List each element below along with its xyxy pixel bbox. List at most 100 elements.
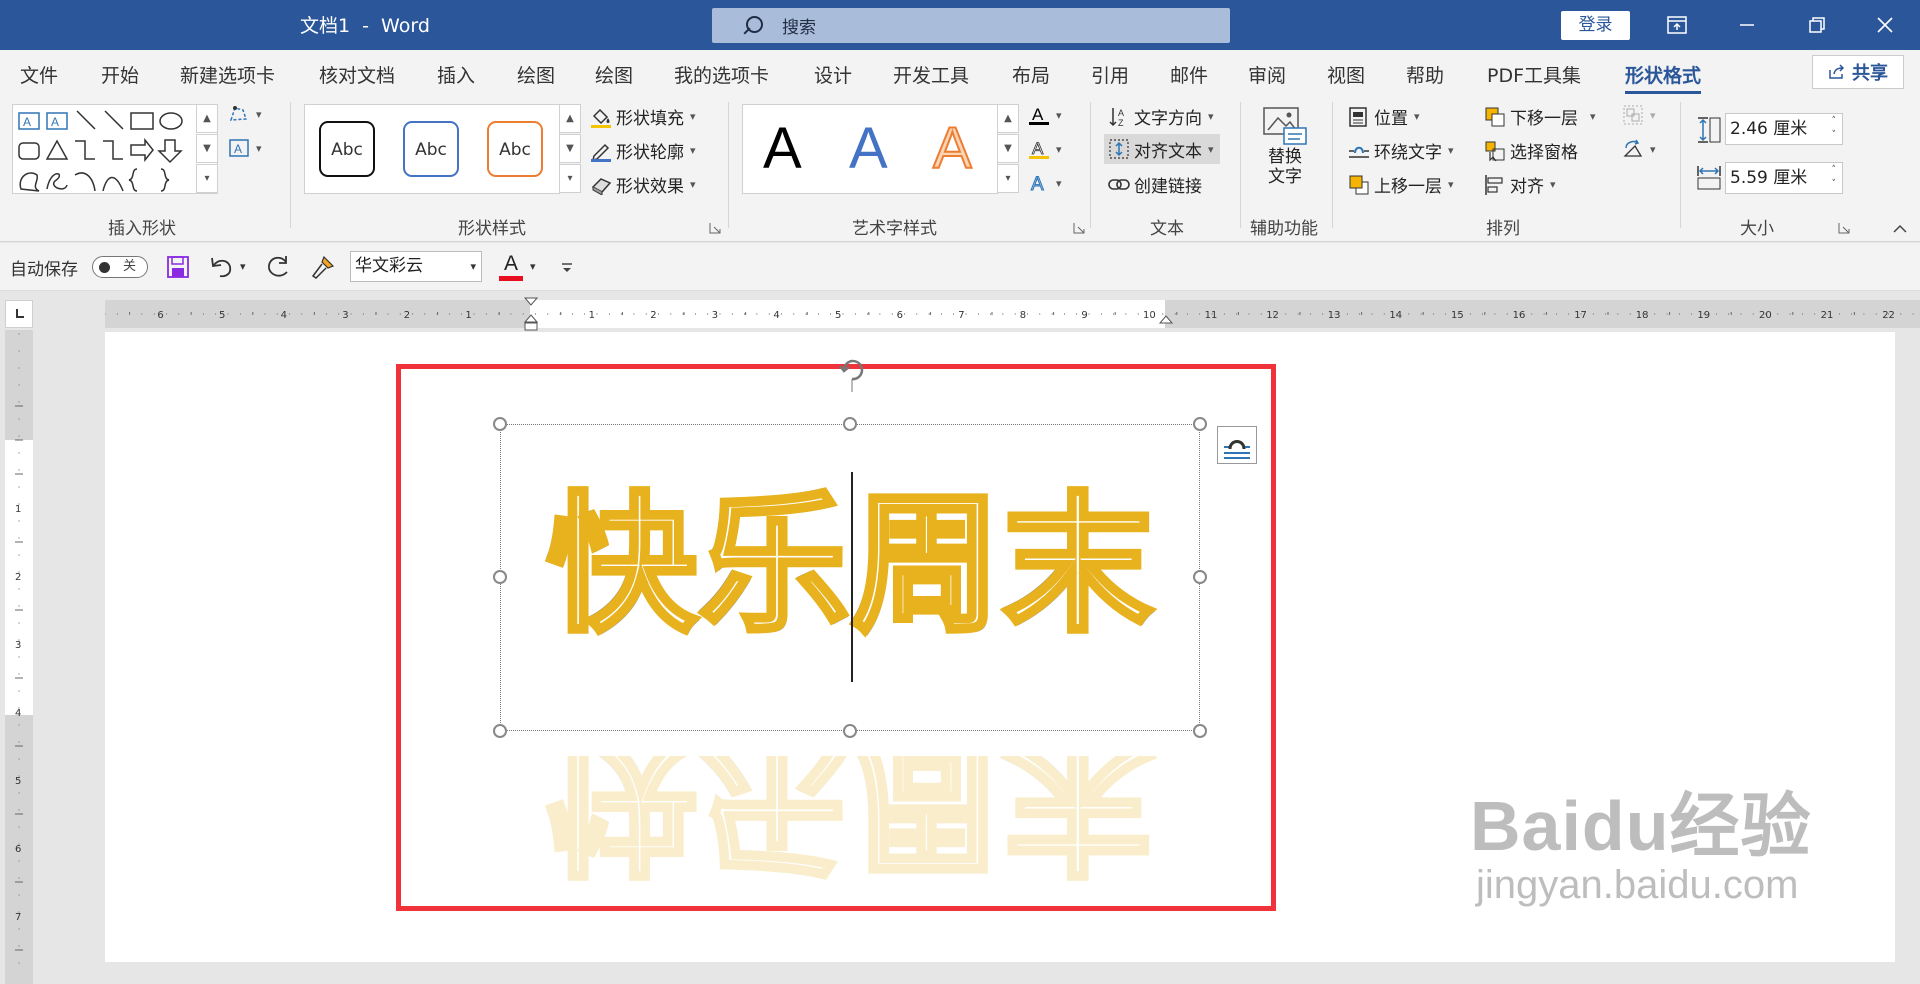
alt-text-button[interactable]: 替换 文字	[1262, 106, 1308, 186]
position-button[interactable]: 位置 ▾	[1348, 104, 1420, 129]
shape-outline-button[interactable]: 形状轮廓 ▾	[590, 138, 696, 163]
search-box[interactable]: 搜索	[712, 8, 1230, 43]
shape-fill-button[interactable]: 形状填充 ▾	[590, 104, 696, 129]
shape-styles-dialog-launcher-icon[interactable]	[709, 222, 721, 234]
tab-design[interactable]: 设计	[814, 61, 852, 88]
redo-icon[interactable]	[266, 254, 292, 280]
collapse-ribbon-icon[interactable]	[1893, 224, 1907, 234]
wordart-scroll-down[interactable]: ▼	[997, 134, 1019, 163]
edit-shape-button[interactable]: ▾	[228, 104, 262, 124]
restore-button[interactable]	[1782, 0, 1852, 50]
ribbon-display-icon	[1667, 16, 1687, 34]
tab-layout[interactable]: 布局	[1012, 61, 1050, 88]
resize-handle-top[interactable]	[843, 417, 857, 431]
wrap-text-button[interactable]: 环绕文字 ▾	[1348, 138, 1454, 163]
send-backward-button[interactable]: 下移一层 ▾	[1484, 104, 1596, 129]
text-effects-button[interactable]: A ▾	[1028, 172, 1062, 195]
tab-new-tab[interactable]: 新建选项卡	[180, 61, 275, 88]
wordart-preset-black[interactable]: A	[763, 117, 802, 181]
layout-options-button[interactable]	[1217, 426, 1257, 464]
font-color-button[interactable]: A	[498, 252, 524, 282]
right-indent-marker[interactable]	[1158, 314, 1174, 328]
align-button[interactable]: 对齐 ▾	[1484, 172, 1556, 197]
share-button[interactable]: 共享	[1812, 55, 1904, 89]
rotate-button[interactable]: ▾	[1622, 138, 1656, 160]
width-spinner[interactable]: ˄ ˅	[1832, 163, 1837, 191]
group-objects-button[interactable]: ▾	[1622, 104, 1656, 126]
text-direction-button[interactable]: AZ 文字方向 ▾	[1108, 104, 1214, 129]
tab-home[interactable]: 开始	[101, 61, 139, 88]
shape-style-preset-orange[interactable]: Abc	[487, 121, 543, 177]
font-family-select[interactable]: 华文彩云 ▾	[350, 251, 482, 282]
undo-dropdown[interactable]: ▾	[240, 260, 246, 273]
tab-selector[interactable]	[5, 300, 33, 328]
wordart-dialog-launcher-icon[interactable]	[1073, 222, 1085, 234]
tab-view[interactable]: 视图	[1327, 61, 1365, 88]
shape-style-preset-blue[interactable]: Abc	[403, 121, 459, 177]
shape-width-input[interactable]: 5.59 厘米 ˄ ˅	[1725, 162, 1843, 194]
styles-more-button[interactable]: ▾	[559, 164, 581, 193]
tab-draw-1[interactable]: 绘图	[517, 61, 555, 88]
close-button[interactable]	[1850, 0, 1920, 50]
minimize-button[interactable]	[1712, 0, 1782, 50]
shape-effects-button[interactable]: 形状效果 ▾	[590, 172, 696, 197]
separator	[728, 102, 729, 228]
save-icon[interactable]	[166, 255, 190, 279]
selection-pane-button[interactable]: 选择窗格	[1484, 138, 1578, 163]
wordart-preset-blue[interactable]: A	[849, 117, 888, 181]
resize-handle-bottom-left[interactable]	[493, 724, 507, 738]
font-color-dropdown[interactable]: ▾	[530, 260, 536, 273]
resize-handle-right[interactable]	[1193, 570, 1207, 584]
tab-review-doc[interactable]: 核对文档	[319, 61, 395, 88]
customize-qat-icon[interactable]	[560, 261, 574, 275]
indent-markers[interactable]	[523, 297, 539, 333]
width-icon	[1697, 166, 1721, 190]
tab-shape-format[interactable]: 形状格式	[1625, 61, 1702, 94]
tab-my-tab[interactable]: 我的选项卡	[674, 61, 769, 88]
shape-height-input[interactable]: 2.46 厘米 ˄ ˅	[1725, 113, 1843, 145]
login-button[interactable]: 登录	[1561, 11, 1630, 40]
tab-references[interactable]: 引用	[1091, 61, 1129, 88]
autosave-toggle[interactable]: 关	[92, 256, 148, 278]
ruler-number: 1	[465, 310, 471, 321]
align-text-button[interactable]: 对齐文本 ▾	[1104, 134, 1220, 164]
bring-forward-button[interactable]: 上移一层 ▾	[1348, 172, 1454, 197]
shape-styles-gallery[interactable]: Abc Abc Abc	[304, 104, 560, 194]
undo-icon[interactable]	[208, 255, 234, 279]
tab-pdf-tools[interactable]: PDF工具集	[1487, 61, 1581, 88]
shapes-more-button[interactable]: ▾	[196, 164, 218, 193]
wordart-text[interactable]: 快 乐 周 末	[530, 466, 1170, 666]
resize-handle-left[interactable]	[493, 570, 507, 584]
shape-style-preset-black[interactable]: Abc	[319, 121, 375, 177]
resize-handle-bottom[interactable]	[843, 724, 857, 738]
tab-help[interactable]: 帮助	[1406, 61, 1444, 88]
text-outline-button[interactable]: A ▾	[1028, 138, 1062, 160]
wordart-styles-gallery[interactable]: A A A	[742, 104, 998, 194]
height-spinner[interactable]: ˄ ˅	[1832, 114, 1837, 142]
create-link-button[interactable]: 创建链接	[1108, 172, 1202, 197]
shapes-scroll-down[interactable]: ▼	[196, 134, 218, 163]
ribbon-display-options-button[interactable]	[1642, 0, 1712, 50]
styles-scroll-down[interactable]: ▼	[559, 134, 581, 163]
resize-handle-top-right[interactable]	[1193, 417, 1207, 431]
tab-mailings[interactable]: 邮件	[1170, 61, 1208, 88]
draw-textbox-button[interactable]: A ▾	[228, 138, 262, 158]
ruler-number: 6	[15, 844, 21, 855]
rotate-handle-icon[interactable]	[832, 356, 872, 392]
tab-review[interactable]: 审阅	[1248, 61, 1286, 88]
styles-scroll-up[interactable]: ▲	[559, 104, 581, 133]
text-fill-button[interactable]: A ▾	[1028, 104, 1062, 126]
tab-insert[interactable]: 插入	[437, 61, 475, 88]
resize-handle-top-left[interactable]	[493, 417, 507, 431]
tab-developer[interactable]: 开发工具	[893, 61, 969, 88]
wordart-scroll-up[interactable]: ▲	[997, 104, 1019, 133]
shapes-scroll-up[interactable]: ▲	[196, 104, 218, 133]
tab-file[interactable]: 文件	[20, 61, 58, 88]
shapes-gallery[interactable]: A A	[12, 104, 218, 194]
resize-handle-bottom-right[interactable]	[1193, 724, 1207, 738]
wordart-more-button[interactable]: ▾	[997, 164, 1019, 193]
wordart-preset-orange[interactable]: A	[932, 116, 973, 182]
tab-draw-2[interactable]: 绘图	[595, 61, 633, 88]
size-dialog-launcher-icon[interactable]	[1838, 222, 1850, 234]
format-painter-icon[interactable]	[310, 254, 336, 280]
